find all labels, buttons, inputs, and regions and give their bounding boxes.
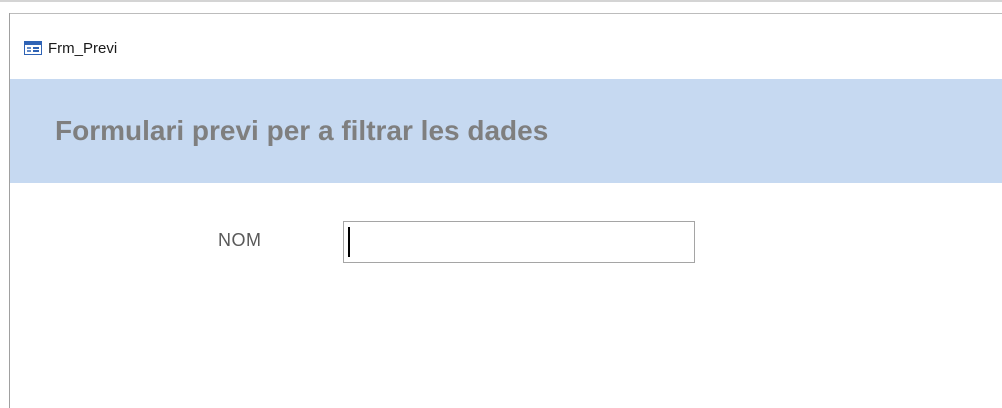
- form-detail-section: NOM: [10, 183, 1002, 408]
- document-tab-bar: [10, 14, 1002, 79]
- window-top-border: [0, 0, 1002, 2]
- access-form-window: Frm_Previ Formulari previ per a filtrar …: [0, 0, 1002, 408]
- form-header: Formulari previ per a filtrar les dades: [10, 79, 1002, 183]
- nom-label: NOM: [218, 230, 262, 250]
- document-tab-label[interactable]: Frm_Previ: [48, 40, 117, 57]
- form-icon[interactable]: [24, 41, 42, 55]
- text-cursor: [348, 227, 350, 257]
- nom-input[interactable]: [343, 221, 695, 263]
- form-title: Formulari previ per a filtrar les dades: [55, 115, 549, 146]
